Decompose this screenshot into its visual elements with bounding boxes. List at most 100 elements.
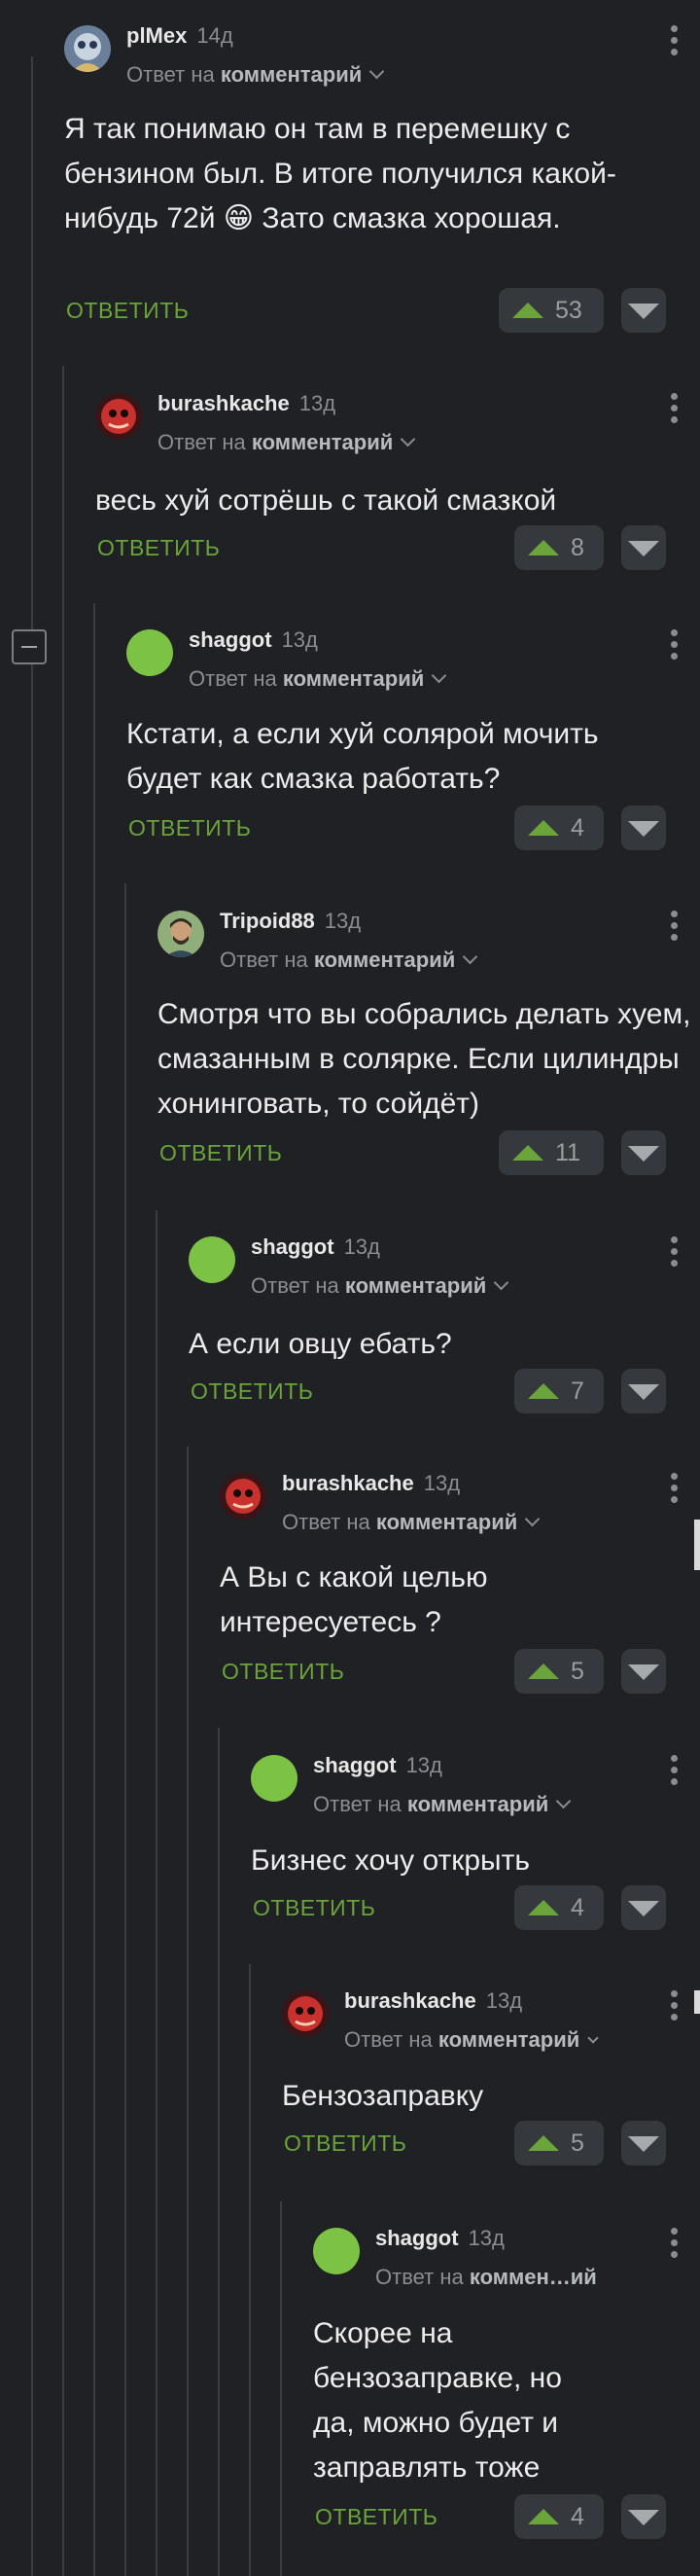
chevron-down-icon xyxy=(463,948,478,965)
username[interactable]: burashkache 13д xyxy=(158,391,335,416)
comment-time: 13д xyxy=(423,1471,461,1495)
reply-button[interactable]: ОТВЕТИТЬ xyxy=(253,1895,375,1921)
username[interactable]: burashkache 13д xyxy=(282,1471,460,1496)
comment: burashkache 13д Ответ на комментарий Бенз… xyxy=(282,1988,700,2185)
reply-to-link[interactable]: Ответ на комментарий xyxy=(158,430,416,455)
kebab-dots-icon[interactable] xyxy=(671,629,679,666)
reply-button[interactable]: ОТВЕТИТЬ xyxy=(159,1140,282,1166)
upvote-button[interactable]: 8 xyxy=(514,525,604,570)
kebab-dots-icon[interactable] xyxy=(671,911,679,948)
upvote-button[interactable]: 4 xyxy=(514,805,604,850)
avatar[interactable] xyxy=(220,1473,266,1520)
vote-count: 4 xyxy=(571,2502,584,2530)
vote-count: 5 xyxy=(571,2129,584,2157)
kebab-dots-icon[interactable] xyxy=(671,1473,679,1510)
reply-to-link[interactable]: Ответ на комментарий xyxy=(189,666,447,692)
arrow-up-icon xyxy=(528,1383,559,1399)
chevron-down-icon xyxy=(556,1793,572,1809)
kebab-dots-icon[interactable] xyxy=(671,1755,679,1792)
upvote-button[interactable]: 4 xyxy=(514,2494,604,2539)
downvote-button[interactable] xyxy=(621,1885,666,1930)
kebab-dots-icon[interactable] xyxy=(671,393,679,430)
reply-to-link[interactable]: Ответ на комментарий xyxy=(344,2027,599,2053)
upvote-button[interactable]: 5 xyxy=(514,1649,604,1694)
reply-button[interactable]: ОТВЕТИТЬ xyxy=(284,2130,406,2157)
comment-text: Бензозаправку xyxy=(282,2080,484,2112)
username[interactable]: shaggot 13д xyxy=(189,627,318,653)
reply-button[interactable]: ОТВЕТИТЬ xyxy=(97,535,220,561)
downvote-button[interactable] xyxy=(621,288,666,333)
comment: Tripoid88 13д Ответ на комментарий Смотря… xyxy=(158,909,700,1193)
upvote-button[interactable]: 5 xyxy=(514,2121,604,2165)
arrow-down-icon xyxy=(628,821,659,837)
upvote-button[interactable]: 53 xyxy=(499,288,604,333)
upvote-button[interactable]: 11 xyxy=(499,1130,604,1175)
reply-to-link[interactable]: Ответ на комментарий xyxy=(251,1273,509,1299)
vote-controls: 4 xyxy=(514,2494,666,2539)
arrow-up-icon xyxy=(512,1145,543,1161)
kebab-dots-icon[interactable] xyxy=(671,1990,679,2027)
vote-controls: 5 xyxy=(514,2121,666,2165)
comment-time: 13д xyxy=(343,1234,380,1259)
comment-time: 13д xyxy=(485,1988,523,2013)
username[interactable]: Tripoid88 13д xyxy=(220,909,361,934)
username[interactable]: shaggot 13д xyxy=(375,2226,505,2251)
comment-time: 13д xyxy=(468,2226,505,2250)
arrow-up-icon xyxy=(528,1900,559,1915)
downvote-button[interactable] xyxy=(621,2121,666,2165)
chevron-down-icon xyxy=(432,667,447,684)
avatar[interactable] xyxy=(282,1990,329,2037)
arrow-down-icon xyxy=(628,304,659,319)
downvote-button[interactable] xyxy=(621,1649,666,1694)
username[interactable]: plMex 14д xyxy=(126,23,233,49)
avatar[interactable] xyxy=(189,1236,235,1283)
kebab-dots-icon[interactable] xyxy=(671,25,679,62)
username[interactable]: burashkache 13д xyxy=(344,1988,522,2014)
reply-to-link[interactable]: Ответ на комментарий xyxy=(282,1510,541,1535)
reply-button[interactable]: ОТВЕТИТЬ xyxy=(128,815,251,841)
downvote-button[interactable] xyxy=(621,1369,666,1413)
reply-to-link[interactable]: Ответ на комментарий xyxy=(313,1792,572,1817)
vote-controls: 8 xyxy=(514,525,666,570)
comment-time: 13д xyxy=(281,627,318,652)
downvote-button[interactable] xyxy=(621,525,666,570)
reply-to-link[interactable]: Ответ на комментарий xyxy=(220,948,478,973)
username[interactable]: shaggot 13д xyxy=(251,1234,380,1260)
comment-text: Скорее на бензозаправке, но да, можно бу… xyxy=(313,2317,562,2484)
downvote-button[interactable] xyxy=(621,2494,666,2539)
avatar[interactable] xyxy=(251,1755,298,1802)
kebab-dots-icon[interactable] xyxy=(671,2228,679,2265)
avatar[interactable] xyxy=(95,393,142,440)
vote-controls: 4 xyxy=(514,1885,666,1930)
collapse-thread-button[interactable] xyxy=(12,629,47,664)
reply-button[interactable]: ОТВЕТИТЬ xyxy=(191,1378,313,1405)
downvote-button[interactable] xyxy=(621,805,666,850)
chevron-down-icon xyxy=(587,2032,599,2044)
reply-button[interactable]: ОТВЕТИТЬ xyxy=(315,2504,438,2530)
username[interactable]: shaggot 13д xyxy=(313,1753,442,1778)
comment-text: Кстати, а если хуй солярой мочить будет … xyxy=(126,718,599,795)
avatar[interactable] xyxy=(126,629,173,676)
upvote-button[interactable]: 7 xyxy=(514,1369,604,1413)
reply-button[interactable]: ОТВЕТИТЬ xyxy=(66,298,189,324)
downvote-button[interactable] xyxy=(621,1130,666,1175)
reply-button[interactable]: ОТВЕТИТЬ xyxy=(222,1659,344,1685)
kebab-dots-icon[interactable] xyxy=(671,1236,679,1273)
comment-text: Я так понимаю он там в перемешку с бензи… xyxy=(64,113,616,234)
comment: burashkache 13д Ответ на комментарий весь… xyxy=(95,391,700,588)
reply-to-link[interactable]: Ответ на коммен…ий xyxy=(375,2265,597,2290)
avatar[interactable] xyxy=(64,25,111,72)
vote-count: 11 xyxy=(555,1138,580,1166)
avatar[interactable] xyxy=(158,911,204,957)
arrow-down-icon xyxy=(628,1146,659,1162)
comment-text: А если овцу ебать? xyxy=(189,1328,452,1360)
vote-count: 8 xyxy=(571,533,584,561)
arrow-up-icon xyxy=(528,820,559,836)
avatar[interactable] xyxy=(313,2228,360,2274)
arrow-up-icon xyxy=(528,1664,559,1679)
comment-text: Бизнес хочу открыть xyxy=(251,1844,530,1877)
reply-to-link[interactable]: Ответ на комментарий xyxy=(126,62,385,88)
upvote-button[interactable]: 4 xyxy=(514,1885,604,1930)
comment-time: 13д xyxy=(324,909,362,933)
chevron-down-icon xyxy=(494,1274,509,1291)
